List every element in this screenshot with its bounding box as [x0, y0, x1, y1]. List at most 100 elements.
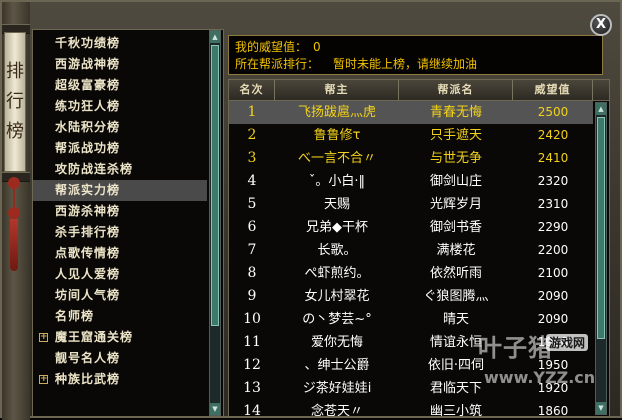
guild-cell: 只手遮天: [429, 128, 482, 143]
table-row[interactable]: 14 念苍天〃 幽三小筑 1860: [229, 400, 593, 416]
header-rank: 名次: [229, 80, 275, 100]
table-row[interactable]: 4 ˇ。小白·‖ 御剑山庄 2320: [229, 170, 593, 193]
ranking-window: 排 行 榜 千秋功绩榜 西游战神榜超级富豪榜练功狂人榜水陆积分榜 帮派战功榜 攻防战连…: [0, 0, 622, 420]
category-item[interactable]: 超级富豪榜: [33, 75, 207, 96]
category-label: 超级富豪榜: [55, 78, 121, 92]
category-scrollbar[interactable]: ▲ ▼: [209, 30, 221, 416]
scroll-up-arrow-icon[interactable]: ▲: [210, 31, 220, 43]
table-row[interactable]: 9 女儿村翠花 ぐ狼图腾灬 2090: [229, 285, 593, 308]
table-row[interactable]: 12 、绅士公爵 依旧·四伺 1950: [229, 354, 593, 377]
category-label: 点歌传情榜: [55, 246, 121, 260]
table-row[interactable]: 5 天赐 光辉岁月 2310: [229, 193, 593, 216]
category-item[interactable]: + 种族比武榜: [33, 369, 207, 390]
category-item[interactable]: 帮派战功榜: [33, 138, 207, 159]
leader-cell: 兄弟◆干杯: [306, 220, 368, 235]
table-row[interactable]: 7 长歌。 满楼花 2200: [229, 239, 593, 262]
ranking-scrollbar[interactable]: ▲ ▼: [595, 102, 607, 415]
category-item[interactable]: 名师榜: [33, 306, 207, 327]
prestige-label: 我的威望值：: [235, 40, 308, 54]
expand-plus-icon[interactable]: +: [39, 333, 48, 342]
ranking-table: 名次 帮主 帮派名 威望值 1 飞扬跋扈灬虎 青春无悔 2500 2 鲁鲁修τ 只手遮天 24…: [228, 79, 610, 417]
rank-cell: 2: [247, 127, 257, 143]
category-label: 人见人爱榜: [55, 267, 121, 281]
tassel-ornament: [8, 177, 20, 277]
score-cell: 2310: [537, 197, 569, 211]
category-label: 练功狂人榜: [55, 99, 121, 113]
category-item[interactable]: 人见人爱榜: [33, 264, 207, 285]
category-item[interactable]: 帮派实力榜: [33, 180, 207, 201]
category-item[interactable]: 西游战神榜: [33, 54, 207, 75]
header-score: 威望值: [513, 80, 593, 100]
category-label: 坊间人气榜: [55, 288, 121, 302]
category-item[interactable]: 攻防战连杀榜: [33, 159, 207, 180]
prestige-value: 0: [313, 40, 321, 54]
leader-cell: 天赐: [323, 197, 350, 212]
category-item[interactable]: 点歌传情榜: [33, 243, 207, 264]
scroll-down-arrow-icon[interactable]: ▼: [596, 402, 606, 414]
score-cell: 2410: [537, 151, 569, 165]
table-row[interactable]: 3 べ一言不合〃 与世无争 2410: [229, 147, 593, 170]
table-row[interactable]: 10 の丶梦芸~° 晴天 2090: [229, 308, 593, 331]
guild-cell: 与世无争: [429, 151, 482, 166]
category-item[interactable]: + 魔王窟通关榜: [33, 327, 207, 348]
score-cell: 1960: [537, 335, 569, 349]
category-item[interactable]: 千秋功绩榜: [33, 33, 207, 54]
guild-cell: 幽三小筑: [429, 404, 482, 416]
leader-cell: 念苍天〃: [310, 404, 363, 416]
guild-rank-status: 暂时未能上榜，请继续加油: [333, 57, 478, 71]
leader-cell: 飞扬跋扈灬虎: [297, 105, 376, 120]
table-header: 名次 帮主 帮派名 威望值: [229, 80, 609, 101]
score-cell: 2090: [537, 312, 569, 326]
rank-cell: 11: [243, 334, 261, 350]
category-item[interactable]: 杀手排行榜: [33, 222, 207, 243]
guild-cell: 晴天: [442, 312, 469, 327]
score-cell: 2500: [537, 105, 569, 119]
leader-cell: の丶梦芸~°: [302, 312, 372, 327]
table-row[interactable]: 13 ジ茶好娃娃i 君临天下 1920: [229, 377, 593, 400]
rank-cell: 12: [243, 357, 261, 373]
table-body: 1 飞扬跋扈灬虎 青春无悔 2500 2 鲁鲁修τ 只手遮天 2420 3 べ一言不合〃 与世无争 2…: [229, 101, 593, 416]
leader-cell: 、绅士公爵: [304, 358, 370, 373]
table-row[interactable]: 1 飞扬跋扈灬虎 青春无悔 2500: [229, 101, 593, 124]
category-item[interactable]: 西游杀神榜: [33, 201, 207, 222]
category-label: 名师榜: [55, 309, 95, 323]
leader-cell: 女儿村翠花: [304, 289, 370, 304]
table-row[interactable]: 6 兄弟◆干杯 御剑书香 2290: [229, 216, 593, 239]
ranking-scroll-thumb[interactable]: [597, 117, 605, 339]
category-item[interactable]: 水陆积分榜: [33, 117, 207, 138]
leader-cell: ˇ。小白·‖: [308, 174, 366, 189]
guild-cell: 依然听雨: [429, 266, 482, 281]
guild-rank-label: 所在帮派排行：: [235, 57, 320, 71]
category-scroll-thumb[interactable]: [211, 45, 219, 326]
leader-cell: べ一言不合〃: [297, 151, 376, 166]
score-cell: 2100: [537, 266, 569, 280]
close-icon: X: [595, 17, 607, 32]
category-list: 千秋功绩榜 西游战神榜超级富豪榜练功狂人榜水陆积分榜 帮派战功榜 攻防战连杀榜 帮派实力…: [33, 33, 207, 390]
category-item[interactable]: 靓号名人榜: [33, 348, 207, 369]
expand-plus-icon[interactable]: +: [39, 375, 48, 384]
rank-cell: 8: [247, 265, 257, 281]
category-item[interactable]: 坊间人气榜: [33, 285, 207, 306]
guild-cell: 御剑山庄: [429, 174, 482, 189]
scroll-up-arrow-icon[interactable]: ▲: [596, 103, 606, 115]
guild-cell: 情谊永恒: [429, 335, 482, 350]
scroll-title-char: 行: [6, 91, 24, 112]
guild-cell: ぐ狼图腾灬: [423, 289, 489, 304]
close-button[interactable]: X: [590, 14, 612, 36]
table-row[interactable]: 2 鲁鲁修τ 只手遮天 2420: [229, 124, 593, 147]
guild-cell: 青春无悔: [429, 105, 482, 120]
leader-cell: 长歌。: [317, 243, 357, 258]
guild-cell: 光辉岁月: [429, 197, 482, 212]
table-row[interactable]: 8 ぺ虾煎约。 依然听雨 2100: [229, 262, 593, 285]
category-label: 杀手排行榜: [55, 225, 121, 239]
score-cell: 2290: [537, 220, 569, 234]
rank-cell: 7: [247, 242, 257, 258]
leader-cell: 鲁鲁修τ: [313, 128, 361, 143]
table-row[interactable]: 11 爱你无悔 情谊永恒 1960: [229, 331, 593, 354]
scroll-down-arrow-icon[interactable]: ▼: [210, 403, 220, 415]
guild-cell: 依旧·四伺: [427, 358, 485, 373]
category-item[interactable]: 练功狂人榜: [33, 96, 207, 117]
guild-cell: 君临天下: [429, 381, 482, 396]
scroll-decoration: 排 行 榜: [2, 2, 30, 420]
score-cell: 2090: [537, 289, 569, 303]
